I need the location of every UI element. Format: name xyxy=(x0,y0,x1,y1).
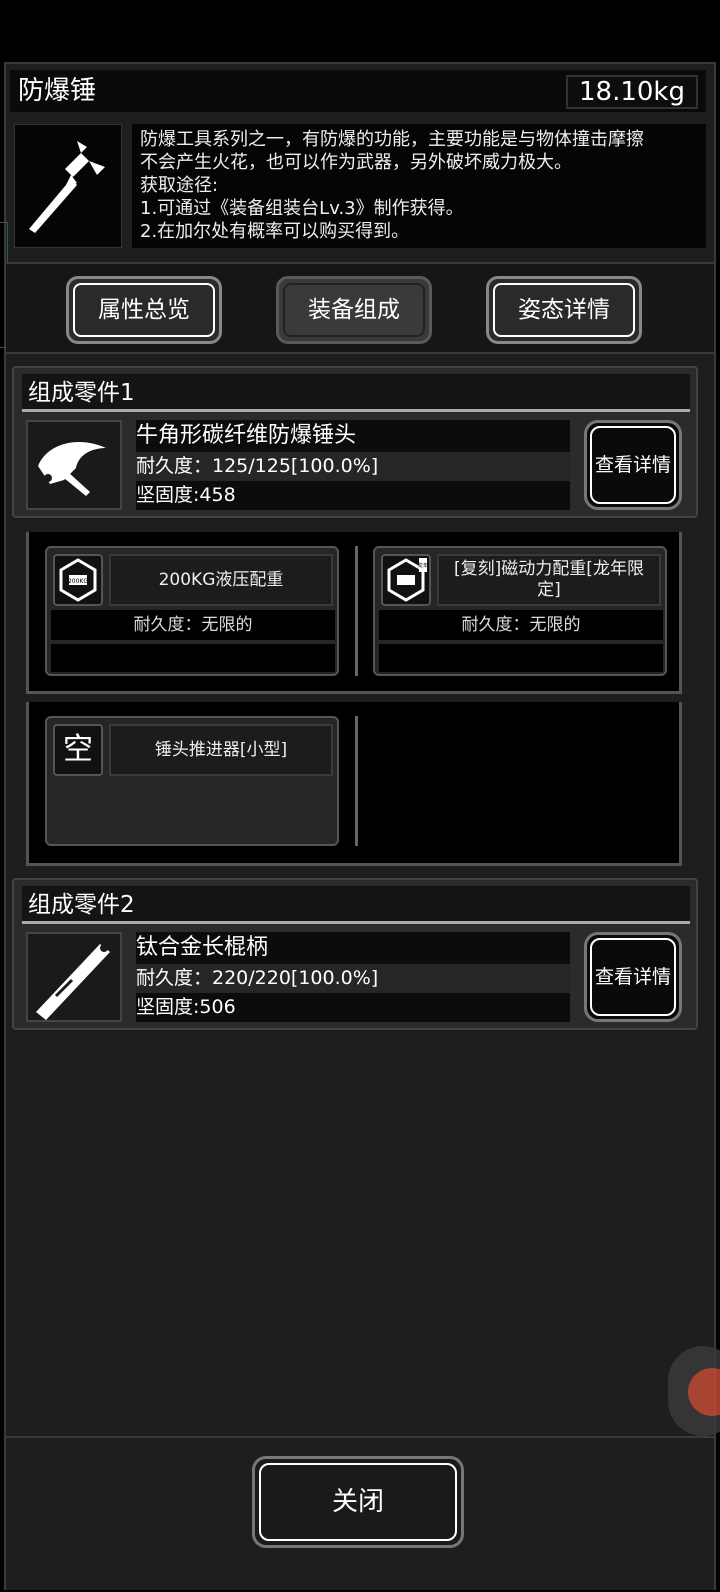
tab-equipment-composition[interactable]: 装备组成 xyxy=(276,276,432,344)
sub-slot[interactable]: 龙年 [复刻]磁动力配重[龙年限定] 耐久度：无限的 xyxy=(373,546,667,676)
slot-divider xyxy=(355,716,358,846)
sub-slot-group: 空 锤头推进器[小型] xyxy=(26,702,682,866)
item-title: 防爆锤 xyxy=(18,76,97,106)
part-heading: 组成零件1 xyxy=(22,374,690,412)
sub-slot[interactable]: 空 锤头推进器[小型] xyxy=(45,716,339,846)
part-heading: 组成零件2 xyxy=(22,886,690,924)
empty-slot-icon: 空 xyxy=(53,724,103,776)
magnet-weight-icon: 龙年 xyxy=(381,554,431,606)
description-line: 不会产生火花，也可以作为武器，另外破坏威力极大。 xyxy=(140,152,572,173)
part-name: 牛角形碳纤维防爆锤头 xyxy=(136,420,570,452)
staff-handle-icon xyxy=(36,944,110,1020)
description-line: 2.在加尔处有概率可以购买得到。 xyxy=(140,221,410,242)
close-label: 关闭 xyxy=(331,1487,384,1517)
part-panel-2: 组成零件2 钛合金长棍柄 耐久度：220/220[100.0%] 坚固度:506… xyxy=(12,878,698,1030)
close-button[interactable]: 关闭 xyxy=(252,1456,464,1548)
view-details-button[interactable]: 查看详情 xyxy=(584,932,682,1022)
hammer-icon xyxy=(29,141,105,233)
slot-name: [复刻]磁动力配重[龙年限定] xyxy=(437,554,661,606)
magnet-weight-icon-label: 龙年 xyxy=(418,562,428,569)
view-details-button[interactable]: 查看详情 xyxy=(584,420,682,510)
part-image xyxy=(26,932,122,1022)
tab-label: 姿态详情 xyxy=(518,297,610,323)
part-info: 牛角形碳纤维防爆锤头 耐久度：125/125[100.0%] 坚固度:458 xyxy=(136,420,570,510)
slot-name: 200KG液压配重 xyxy=(109,554,333,606)
slot-blank-row xyxy=(51,644,335,672)
tab-stance-details[interactable]: 姿态详情 xyxy=(486,276,642,344)
description-line: 防爆工具系列之一，有防爆的功能，主要功能是与物体撞击摩擦 xyxy=(140,129,644,150)
item-image xyxy=(14,124,122,248)
part-image xyxy=(26,420,122,510)
view-details-label: 查看详情 xyxy=(594,966,671,988)
part-durability: 耐久度：220/220[100.0%] xyxy=(136,964,570,993)
tab-label: 属性总览 xyxy=(98,297,190,323)
title-bar: 防爆锤 18.10kg xyxy=(10,70,706,112)
description-line: 1.可通过《装备组装台Lv.3》制作获得。 xyxy=(140,198,464,219)
item-weight: 18.10kg xyxy=(566,75,698,109)
floating-assist-button[interactable] xyxy=(668,1346,720,1436)
part-durability: 耐久度：125/125[100.0%] xyxy=(136,452,570,481)
slot-durability: 耐久度：无限的 xyxy=(51,610,335,640)
tab-attribute-overview[interactable]: 属性总览 xyxy=(66,276,222,344)
part-panel-1: 组成零件1 牛角形碳纤维防爆锤头 耐久度：125/125[100.0%] 坚固度… xyxy=(12,366,698,518)
part-info: 钛合金长棍柄 耐久度：220/220[100.0%] 坚固度:506 xyxy=(136,932,570,1022)
slot-durability: 耐久度：无限的 xyxy=(379,610,663,640)
tab-bar: 属性总览 装备组成 姿态详情 xyxy=(6,262,714,354)
slot-divider xyxy=(355,546,358,676)
horn-hammer-head-icon xyxy=(38,442,106,496)
part-firmness: 坚固度:506 xyxy=(136,993,570,1022)
assist-icon xyxy=(688,1368,720,1416)
sub-slot-group: 200KG 200KG液压配重 耐久度：无限的 龙年 [复刻]磁动力配重[龙年限… xyxy=(26,532,682,694)
tab-label: 装备组成 xyxy=(308,297,400,323)
item-description: 防爆工具系列之一，有防爆的功能，主要功能是与物体撞击摩擦 不会产生火花，也可以作… xyxy=(132,124,706,248)
weight-icon: 200KG xyxy=(53,554,103,606)
weight-icon-label: 200KG xyxy=(68,578,88,585)
slot-name: 锤头推进器[小型] xyxy=(109,724,333,776)
part-name: 钛合金长棍柄 xyxy=(136,932,570,964)
slot-blank-row xyxy=(379,644,663,672)
description-line: 获取途径: xyxy=(140,175,219,196)
view-details-label: 查看详情 xyxy=(594,454,671,476)
sub-slot[interactable]: 200KG 200KG液压配重 耐久度：无限的 xyxy=(45,546,339,676)
part-firmness: 坚固度:458 xyxy=(136,481,570,510)
